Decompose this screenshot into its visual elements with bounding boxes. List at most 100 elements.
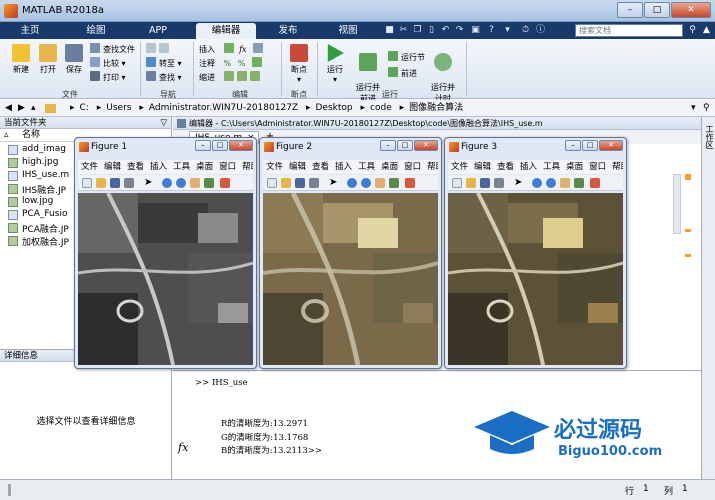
print-icon[interactable] xyxy=(124,178,134,188)
close-button[interactable]: ✕ xyxy=(599,140,623,151)
menu-insert[interactable]: 插入 xyxy=(335,162,352,172)
list-item[interactable]: PCA_Fusio xyxy=(22,209,67,219)
menu-help[interactable]: 帮助 xyxy=(242,162,253,172)
menu-window[interactable]: 窗口 xyxy=(219,162,236,172)
browse-folder-icon[interactable] xyxy=(45,104,56,113)
tab-view[interactable]: 视图 xyxy=(322,23,374,39)
pointer-icon[interactable]: ➤ xyxy=(514,178,524,188)
fx-icon[interactable]: fx xyxy=(178,441,188,454)
forward-arrow-icon[interactable]: ▶ xyxy=(18,100,25,117)
data-cursor-icon[interactable] xyxy=(220,178,230,188)
list-item[interactable]: high.jpg xyxy=(22,157,58,167)
minimize-button[interactable]: – xyxy=(195,140,211,151)
minimize-button[interactable]: – xyxy=(617,2,643,18)
save-icon[interactable] xyxy=(480,178,490,188)
tab-publish[interactable]: 发布 xyxy=(262,23,314,39)
print-button[interactable]: 打印 ▾ xyxy=(90,71,126,83)
rotate-icon[interactable] xyxy=(389,178,399,188)
menu-file[interactable]: 文件 xyxy=(81,162,98,172)
run-button[interactable]: 运行 ▾ xyxy=(322,44,348,84)
data-cursor-icon[interactable] xyxy=(405,178,415,188)
list-item[interactable]: IHS融合.JP xyxy=(22,183,66,196)
workspace-collapsed-strip[interactable]: 工作区 xyxy=(701,117,715,479)
menu-file[interactable]: 文件 xyxy=(266,162,283,172)
menu-view[interactable]: 查看 xyxy=(497,162,514,172)
switch-windows-icon[interactable]: ▣ xyxy=(470,25,481,36)
menu-tools[interactable]: 工具 xyxy=(358,162,375,172)
menu-desktop[interactable]: 桌面 xyxy=(196,162,213,172)
menu-insert[interactable]: 插入 xyxy=(520,162,537,172)
pan-icon[interactable] xyxy=(375,178,385,188)
paste-icon[interactable]: ▯ xyxy=(426,25,437,36)
breadcrumb-item[interactable]: Users xyxy=(106,103,131,113)
menu-help[interactable]: 帮助 xyxy=(612,162,623,172)
pointer-icon[interactable]: ➤ xyxy=(144,178,154,188)
dropdown-icon[interactable]: ▾ xyxy=(502,25,513,36)
figure-window-2[interactable]: Figure 2 –□✕ 文件编辑查看插入工具桌面窗口帮助 ➤ xyxy=(259,137,442,369)
copy-icon[interactable]: ❐ xyxy=(412,25,423,36)
menu-desktop[interactable]: 桌面 xyxy=(566,162,583,172)
maximize-button[interactable]: □ xyxy=(212,140,228,151)
rotate-icon[interactable] xyxy=(574,178,584,188)
zoom-in-icon[interactable] xyxy=(532,178,542,188)
editor-scrollbar[interactable] xyxy=(673,174,681,234)
menu-window[interactable]: 窗口 xyxy=(589,162,606,172)
print-icon[interactable] xyxy=(309,178,319,188)
comment-button[interactable]: 注释 % % xyxy=(199,57,265,69)
go-to-button[interactable]: 转至 ▾ xyxy=(146,57,182,69)
save-button[interactable]: 保存 xyxy=(62,44,86,75)
panel-menu-icon[interactable]: ▽ xyxy=(160,117,167,129)
new-figure-icon[interactable] xyxy=(82,178,92,188)
menu-view[interactable]: 查看 xyxy=(127,162,144,172)
breadcrumb-item[interactable]: Desktop xyxy=(316,103,353,113)
list-item[interactable]: low.jpg xyxy=(22,196,53,206)
tab-apps[interactable]: APP xyxy=(132,23,184,39)
menu-edit[interactable]: 编辑 xyxy=(474,162,491,172)
list-item[interactable]: 加权融合.JP xyxy=(22,235,69,248)
new-figure-icon[interactable] xyxy=(452,178,462,188)
help-icon[interactable]: ? xyxy=(486,25,497,36)
close-button[interactable]: ✕ xyxy=(671,2,711,18)
menu-view[interactable]: 查看 xyxy=(312,162,329,172)
close-button[interactable]: ✕ xyxy=(414,140,438,151)
pan-icon[interactable] xyxy=(560,178,570,188)
zoom-out-icon[interactable] xyxy=(361,178,371,188)
menu-window[interactable]: 窗口 xyxy=(404,162,421,172)
list-item[interactable]: IHS_use.m xyxy=(22,170,69,180)
redo-icon[interactable]: ↷ xyxy=(454,25,465,36)
find-files-button[interactable]: 查找文件 xyxy=(90,43,135,55)
search-icon[interactable]: ⚲ xyxy=(687,25,698,36)
zoom-in-icon[interactable] xyxy=(162,178,172,188)
menu-tools[interactable]: 工具 xyxy=(173,162,190,172)
nav-back-forward[interactable] xyxy=(146,43,172,55)
insert-button[interactable]: 插入 fx xyxy=(199,43,266,55)
list-item[interactable]: add_imag xyxy=(22,144,66,154)
figure-window-3[interactable]: Figure 3 –□✕ 文件编辑查看插入工具桌面窗口帮助 ➤ xyxy=(444,137,627,369)
help-circle-icon[interactable]: ⓘ xyxy=(535,25,546,36)
advance-button[interactable]: 前进 xyxy=(388,67,417,79)
run-and-time-button[interactable]: 运行并 计时 xyxy=(426,44,460,104)
address-dropdown-icon[interactable]: ▾ xyxy=(691,100,696,117)
zoom-in-icon[interactable] xyxy=(347,178,357,188)
maximize-button[interactable]: □ xyxy=(397,140,413,151)
undo-icon[interactable]: ↶ xyxy=(440,25,451,36)
compare-button[interactable]: 比较 ▾ xyxy=(90,57,126,69)
breadcrumb-item[interactable]: 图像融合算法 xyxy=(409,103,463,113)
back-arrow-icon[interactable]: ◀ xyxy=(5,100,12,117)
open-button[interactable]: 打开 xyxy=(36,44,60,75)
zoom-out-icon[interactable] xyxy=(546,178,556,188)
breadcrumb-item[interactable]: C: xyxy=(80,103,89,113)
breadcrumb-item[interactable]: code xyxy=(370,103,392,113)
menu-desktop[interactable]: 桌面 xyxy=(381,162,398,172)
new-button[interactable]: 新建 xyxy=(8,44,34,75)
minimize-button[interactable]: – xyxy=(565,140,581,151)
open-icon[interactable] xyxy=(96,178,106,188)
maximize-button[interactable]: □ xyxy=(582,140,598,151)
menu-file[interactable]: 文件 xyxy=(451,162,468,172)
print-icon[interactable] xyxy=(494,178,504,188)
folder-up-icon[interactable]: ▴ xyxy=(31,100,36,117)
expand-ribbon-icon[interactable]: ▲ xyxy=(701,25,712,36)
history-icon[interactable]: ⏱ xyxy=(520,25,531,36)
zoom-out-icon[interactable] xyxy=(176,178,186,188)
pointer-icon[interactable]: ➤ xyxy=(329,178,339,188)
